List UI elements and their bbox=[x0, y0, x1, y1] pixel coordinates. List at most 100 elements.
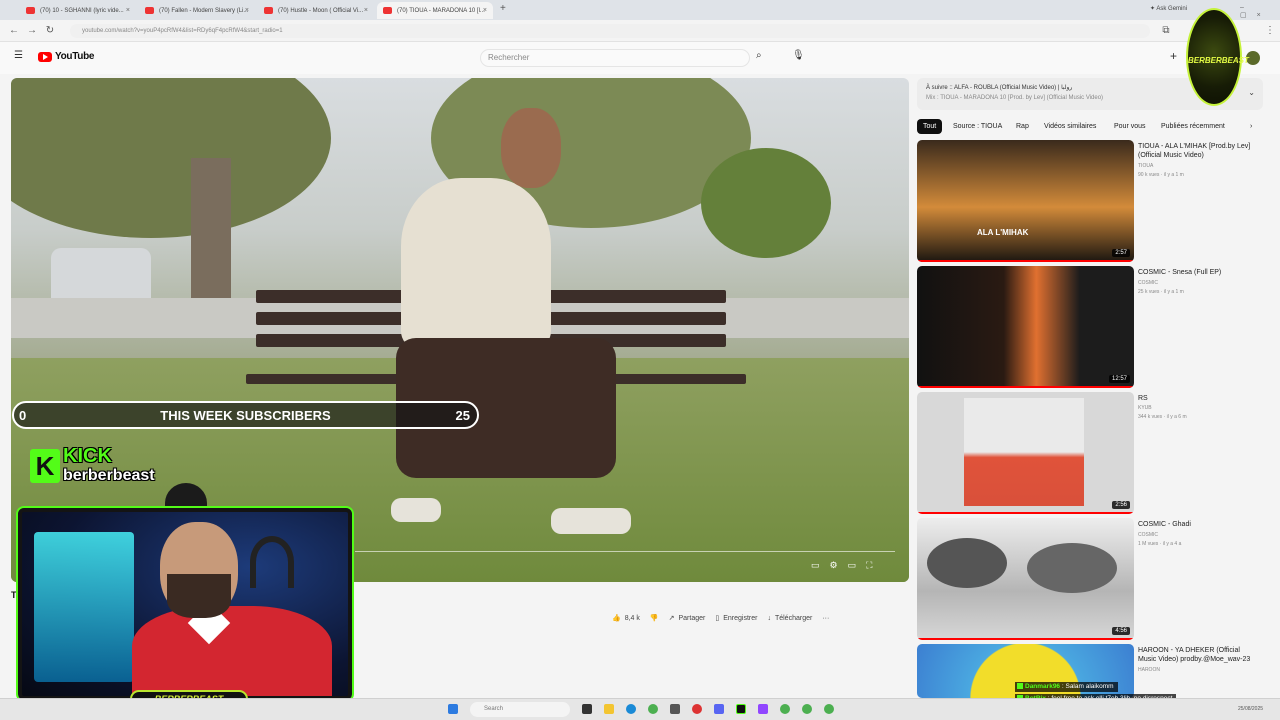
close-icon[interactable]: × bbox=[364, 7, 368, 14]
video-thumbnail[interactable]: 2:56 bbox=[917, 392, 1134, 514]
save-label: Enregistrer bbox=[723, 614, 758, 622]
dislike-button[interactable]: 👎 bbox=[650, 614, 659, 622]
clock-date[interactable]: 25/08/2025 bbox=[1238, 706, 1263, 712]
tab-title: (70) 10 - SGHANNI (lyric vide... bbox=[40, 7, 124, 14]
duration-badge: 2:57 bbox=[1112, 249, 1130, 257]
app-icon[interactable] bbox=[692, 704, 702, 714]
back-icon[interactable]: ← bbox=[8, 25, 20, 36]
neon-poster bbox=[34, 532, 134, 682]
more-actions-button[interactable]: ··· bbox=[822, 615, 829, 622]
channel-name[interactable]: COSMIC bbox=[1138, 531, 1258, 539]
forward-icon[interactable]: → bbox=[26, 25, 38, 36]
reload-icon[interactable]: ↻ bbox=[44, 25, 56, 36]
browser-tab-active[interactable]: (70) TIOUA - MARADONA 10 [l... × bbox=[377, 2, 493, 19]
video-title[interactable]: RS bbox=[1138, 394, 1258, 403]
video-thumbnail[interactable]: 4:56 bbox=[917, 518, 1134, 640]
kick-icon[interactable] bbox=[736, 704, 746, 714]
close-icon[interactable]: × bbox=[126, 7, 130, 14]
ask-gemini-button[interactable]: ✦ Ask Gemini bbox=[1150, 5, 1187, 12]
chrome-icon[interactable] bbox=[780, 704, 790, 714]
address-bar-row: ← → ↻ youtube.com/watch?v=youP4pcRfW4&li… bbox=[0, 20, 1280, 42]
search-input[interactable]: Rechercher bbox=[480, 49, 750, 67]
tree-foliage bbox=[11, 78, 331, 238]
video-meta: 90 k vues · il y a 1 m bbox=[1138, 172, 1184, 178]
chip-recent[interactable]: Publiées récemment bbox=[1155, 119, 1231, 134]
chrome-icon[interactable] bbox=[648, 704, 658, 714]
streamer-logo-text: BERBERBEAST bbox=[1188, 56, 1249, 65]
close-icon[interactable]: × bbox=[245, 7, 249, 14]
webcam-overlay bbox=[18, 508, 352, 700]
tab-title: (70) Fallen - Modern Slavery (Li... bbox=[159, 7, 249, 14]
watched-progress bbox=[917, 386, 1134, 388]
channel-name[interactable]: KYUB bbox=[1138, 404, 1258, 412]
download-button[interactable]: ↓ Télécharger bbox=[767, 615, 812, 622]
channel-name[interactable]: TIOUA bbox=[1138, 162, 1258, 170]
taskbar-search[interactable]: Search bbox=[470, 702, 570, 717]
chip-rap[interactable]: Rap bbox=[1010, 119, 1035, 134]
save-button[interactable]: ▯ Enregistrer bbox=[715, 614, 758, 623]
hamburger-menu-icon[interactable]: ☰ bbox=[14, 50, 23, 61]
video-player[interactable]: ▭⚙▭⛶ bbox=[11, 78, 909, 582]
share-button[interactable]: ↗ Partager bbox=[669, 614, 706, 623]
app-icon[interactable] bbox=[758, 704, 768, 714]
headphones-icon bbox=[250, 536, 294, 588]
new-tab-button[interactable]: + bbox=[500, 3, 506, 14]
tree-foliage bbox=[927, 538, 1007, 588]
video-thumbnail[interactable]: 12:57 bbox=[917, 266, 1134, 388]
url-field[interactable]: youtube.com/watch?v=youP4pcRfW4&list=RDy… bbox=[70, 24, 1150, 38]
share-label: Partager bbox=[678, 614, 706, 622]
browser-tab[interactable]: (70) 10 - SGHANNI (lyric vide... × bbox=[20, 2, 136, 19]
chat-username: Danmark96 bbox=[1025, 683, 1061, 690]
like-button[interactable]: 👍 8,4 k bbox=[612, 614, 640, 623]
youtube-icon bbox=[264, 7, 273, 14]
bookmark-icon: ▯ bbox=[715, 615, 720, 622]
chrome-icon[interactable] bbox=[802, 704, 812, 714]
window-controls[interactable]: –▢× bbox=[1240, 4, 1280, 19]
microphone-icon[interactable]: 🎙 bbox=[792, 50, 805, 61]
search-icon[interactable]: ⌕ bbox=[756, 50, 762, 61]
task-view-icon[interactable] bbox=[582, 704, 592, 714]
youtube-play-icon bbox=[38, 51, 52, 62]
video-thumbnail[interactable]: ALA L'MIHAK 2:57 bbox=[917, 140, 1134, 262]
duration-badge: 12:57 bbox=[1108, 375, 1130, 383]
goal-target: 25 bbox=[455, 408, 470, 423]
person-head bbox=[501, 108, 561, 188]
chip-source[interactable]: Source : TIOUA bbox=[947, 119, 1008, 134]
channel-name[interactable]: COSMIC bbox=[1138, 279, 1258, 287]
file-explorer-icon[interactable] bbox=[604, 704, 614, 714]
browser-tab[interactable]: (70) Hustle - Moon ( Official Vi... × bbox=[258, 2, 374, 19]
menu-dots-icon[interactable]: ⋮ bbox=[1264, 25, 1276, 36]
thumbnail-text: ALA L'MIHAK bbox=[977, 228, 1029, 237]
install-icon[interactable]: ⧉ bbox=[1160, 25, 1172, 36]
browser-tab[interactable]: (70) Fallen - Modern Slavery (Li... × bbox=[139, 2, 255, 19]
video-progress-bar[interactable] bbox=[355, 551, 895, 552]
video-title[interactable]: COSMIC - Snesa (Full EP) bbox=[1138, 268, 1258, 277]
video-title[interactable]: HAROON - YA DHEKER (Official Music Video… bbox=[1138, 646, 1258, 664]
kick-label: KICK bbox=[63, 445, 112, 467]
edge-icon[interactable] bbox=[626, 704, 636, 714]
chrome-icon[interactable] bbox=[824, 704, 834, 714]
watched-progress bbox=[917, 260, 1134, 262]
like-count: 8,4 k bbox=[624, 614, 640, 622]
discord-icon[interactable] bbox=[714, 704, 724, 714]
sneaker bbox=[551, 508, 631, 534]
chat-message: Danmark96 : Salam alaikomm bbox=[1015, 682, 1118, 692]
windows-start-icon[interactable] bbox=[448, 704, 458, 714]
chevron-down-icon[interactable]: ⌄ bbox=[1248, 88, 1255, 97]
chip-tout[interactable]: Tout bbox=[917, 119, 943, 134]
tree-foliage bbox=[701, 148, 831, 258]
video-meta: 25 k vues · il y a 1 m bbox=[1138, 289, 1184, 295]
goal-title: THIS WEEK SUBSCRIBERS bbox=[160, 408, 331, 423]
chip-similar[interactable]: Vidéos similaires bbox=[1038, 119, 1102, 134]
player-controls[interactable]: ▭⚙▭⛶ bbox=[811, 560, 882, 571]
chip-for-you[interactable]: Pour vous bbox=[1108, 119, 1152, 134]
app-icon[interactable] bbox=[670, 704, 680, 714]
video-title[interactable]: COSMIC - Ghadi bbox=[1138, 520, 1258, 529]
channel-name[interactable]: HAROON bbox=[1138, 666, 1258, 674]
chevron-right-icon[interactable]: › bbox=[1244, 119, 1258, 134]
video-title[interactable]: TIOUA - ALA L'MIHAK [Prod.by Lev] (Offic… bbox=[1138, 142, 1258, 160]
create-icon[interactable]: + bbox=[1170, 49, 1177, 63]
youtube-logo[interactable]: YouTube bbox=[38, 51, 95, 62]
subscriber-goal-bar: 0 THIS WEEK SUBSCRIBERS 25 bbox=[12, 401, 479, 429]
close-icon[interactable]: × bbox=[483, 7, 487, 14]
